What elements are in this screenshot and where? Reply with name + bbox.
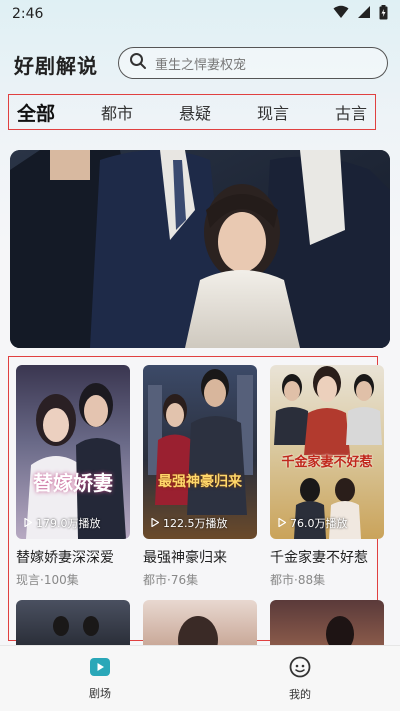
drama-poster: 替嫁娇妻 179.0万播放	[16, 365, 130, 539]
drama-card[interactable]: 千金家妻不好惹 76.0万播放 千金家妻不好惹 都市·88集	[270, 365, 384, 588]
play-icon	[24, 516, 33, 530]
poster-1-art	[26, 383, 126, 539]
theater-play-icon	[89, 657, 111, 681]
drama-meta: 现言·100集	[16, 573, 79, 587]
poster-title-art: 最强神豪归来	[158, 474, 242, 490]
poster-title-art: 替嫁娇妻	[33, 471, 113, 495]
play-count: 122.5万播放	[151, 515, 228, 531]
status-icons	[333, 4, 388, 24]
partial-poster-2-art	[178, 616, 218, 646]
nav-theater[interactable]: 剧场	[0, 646, 200, 711]
drama-poster: 最强神豪归来 122.5万播放	[143, 365, 257, 539]
drama-poster-partial[interactable]	[270, 600, 384, 646]
cellular-signal-icon	[357, 5, 371, 23]
app-title: 好剧解说	[14, 53, 98, 78]
nav-profile-label: 我的	[289, 687, 311, 701]
search-icon	[129, 52, 147, 74]
drama-title: 替嫁娇妻深深爱	[16, 550, 114, 566]
tab-ancient-romance[interactable]: 古言	[335, 100, 367, 124]
category-tabs: 全部 都市 悬疑 现言 古言	[8, 94, 376, 130]
tab-suspense[interactable]: 悬疑	[179, 100, 211, 124]
play-count: 179.0万播放	[24, 515, 101, 531]
status-bar: 2:46	[0, 0, 400, 28]
drama-poster-partial[interactable]	[143, 600, 257, 646]
poster-title-art: 千金家妻不好惹	[281, 455, 373, 470]
battery-icon	[379, 4, 388, 24]
wifi-icon	[333, 5, 349, 23]
drama-poster-partial[interactable]	[16, 600, 130, 646]
play-count-label: 122.5万播放	[163, 517, 228, 530]
tab-urban[interactable]: 都市	[101, 100, 133, 124]
play-icon	[151, 516, 160, 530]
play-count-label: 179.0万播放	[36, 517, 101, 530]
poster-2-art	[148, 369, 253, 515]
tab-modern-romance[interactable]: 现言	[257, 100, 289, 124]
profile-face-icon	[289, 656, 311, 682]
drama-title: 千金家妻不好惹	[270, 550, 368, 566]
play-icon	[278, 516, 287, 530]
search-placeholder: 重生之悍妻权宠	[155, 57, 247, 73]
nav-theater-label: 剧场	[89, 686, 111, 700]
featured-banner[interactable]	[10, 150, 390, 348]
status-time: 2:46	[12, 6, 44, 22]
play-count: 76.0万播放	[278, 515, 348, 531]
bottom-nav: 剧场 我的	[0, 645, 400, 711]
header: 好剧解说 重生之悍妻权宠	[0, 44, 400, 84]
drama-title: 最强神豪归来	[143, 550, 227, 566]
partial-poster-3-art	[326, 616, 354, 646]
drama-meta: 都市·76集	[143, 573, 199, 587]
partial-poster-1-art	[53, 616, 99, 636]
nav-profile[interactable]: 我的	[200, 646, 400, 711]
search-input[interactable]: 重生之悍妻权宠	[118, 47, 388, 79]
drama-card[interactable]: 替嫁娇妻 179.0万播放 替嫁娇妻深深爱 现言·100集	[16, 365, 130, 588]
play-count-label: 76.0万播放	[290, 517, 348, 530]
drama-meta: 都市·88集	[270, 573, 326, 587]
banner-artwork	[10, 150, 390, 348]
tab-all[interactable]: 全部	[17, 99, 55, 126]
drama-card[interactable]: 最强神豪归来 122.5万播放 最强神豪归来 都市·76集	[143, 365, 257, 588]
drama-poster: 千金家妻不好惹 76.0万播放	[270, 365, 384, 539]
